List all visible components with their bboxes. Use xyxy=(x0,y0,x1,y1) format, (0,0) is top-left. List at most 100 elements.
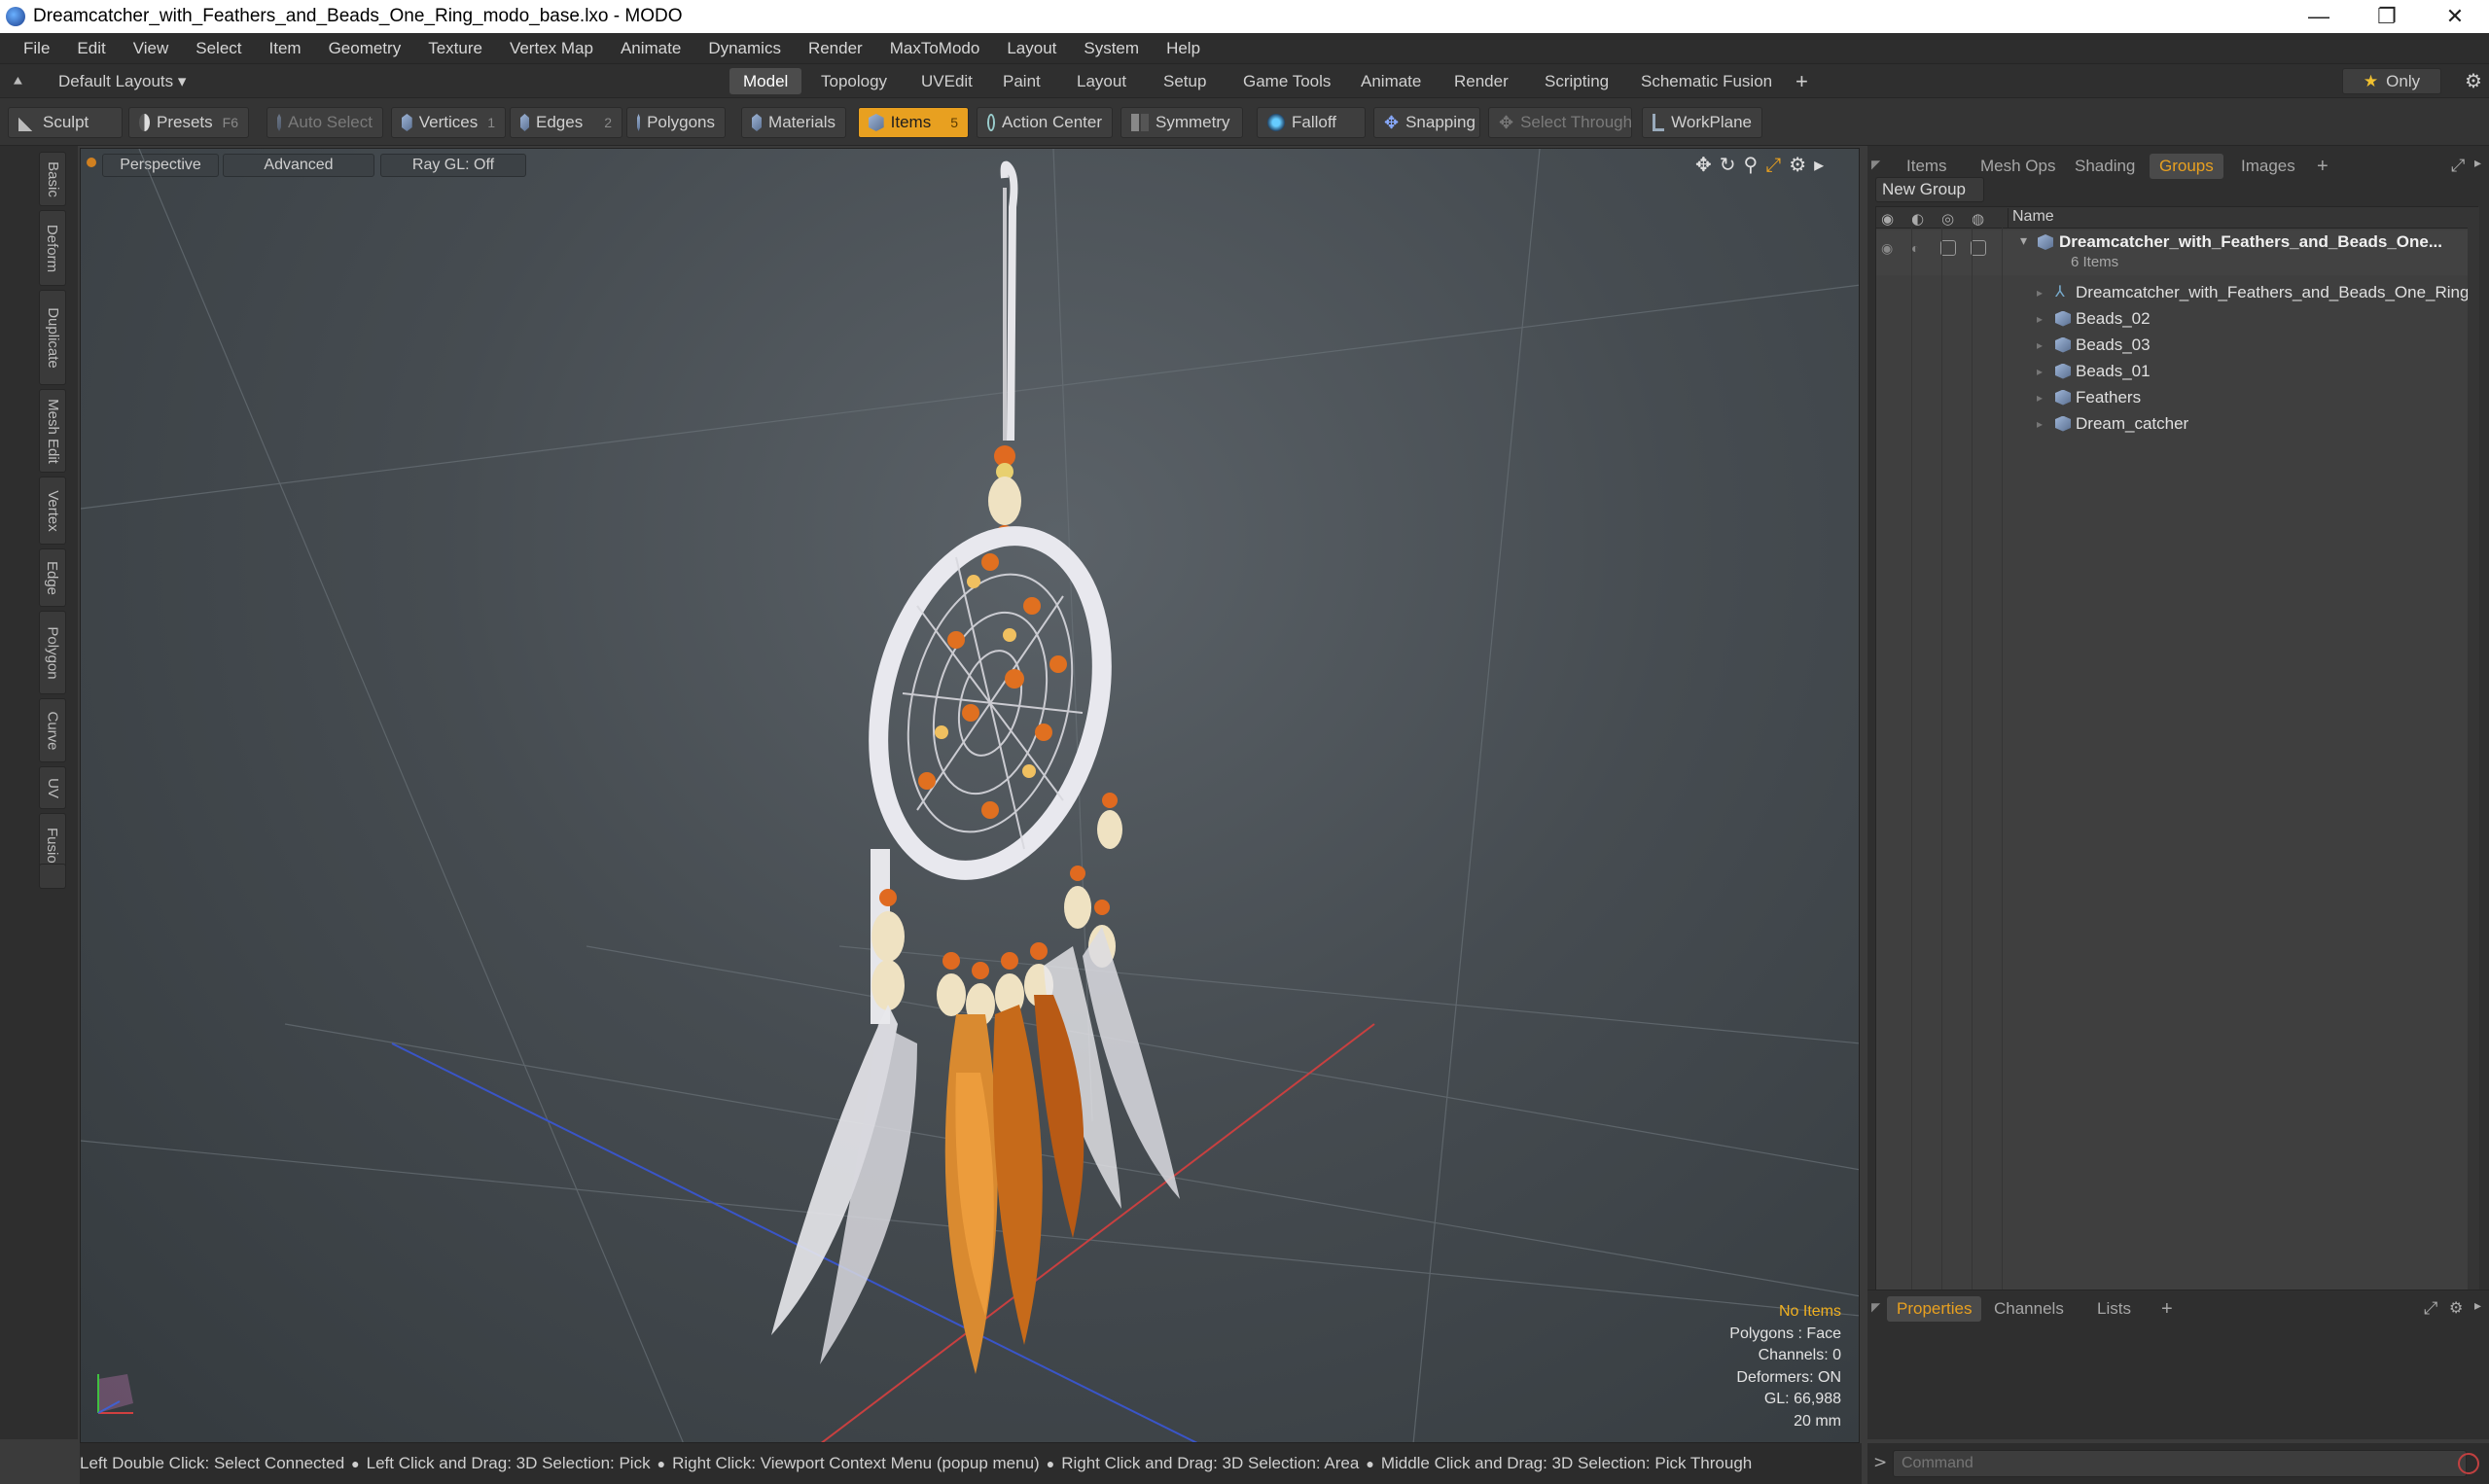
menu-system[interactable]: System xyxy=(1070,39,1153,58)
list-item[interactable]: ▸ Beads_01 xyxy=(1876,358,2479,384)
tab-channels[interactable]: Channels xyxy=(1984,1296,2074,1322)
tab-game-tools[interactable]: Game Tools xyxy=(1229,68,1344,94)
items-button[interactable]: Items 5 xyxy=(858,107,969,138)
minimize-button[interactable]: — xyxy=(2285,0,2353,33)
group-collapse-arrow-icon[interactable]: ▾ xyxy=(2020,232,2027,249)
default-layouts-dropdown[interactable]: Default Layouts ▾ xyxy=(45,68,199,94)
add-properties-tab-button[interactable]: + xyxy=(2151,1296,2183,1322)
list-item[interactable]: ▸ ⅄ Dreamcatcher_with_Feathers_and_Beads… xyxy=(1876,279,2479,305)
panel-menu-arrow-icon[interactable]: ◤ xyxy=(1871,158,1880,171)
list-item[interactable]: ▸ Beads_03 xyxy=(1876,332,2479,358)
tab-layout[interactable]: Layout xyxy=(1063,68,1140,94)
visibility-column-eye-icon[interactable]: ◉ xyxy=(1881,210,1894,228)
properties-gear-icon[interactable]: ⚙ xyxy=(2449,1298,2463,1317)
edges-button[interactable]: Edges 2 xyxy=(510,107,622,138)
tab-schematic-fusion[interactable]: Schematic Fusion xyxy=(1627,68,1786,94)
menu-vertex-map[interactable]: Vertex Map xyxy=(496,39,607,58)
group-render-icon[interactable]: ◐ xyxy=(1911,240,1919,256)
menu-edit[interactable]: Edit xyxy=(63,39,119,58)
tab-model[interactable]: Model xyxy=(729,68,802,94)
tab-animate[interactable]: Animate xyxy=(1347,68,1435,94)
list-item[interactable]: ▸ Beads_02 xyxy=(1876,305,2479,332)
name-column-header[interactable]: Name xyxy=(2012,208,2054,226)
add-layout-button[interactable]: + xyxy=(1782,68,1822,94)
select-through-button[interactable]: ✥ Select Through xyxy=(1488,107,1632,138)
tab-shading[interactable]: Shading xyxy=(2065,154,2145,179)
action-center-button[interactable]: Action Center xyxy=(977,107,1113,138)
item-beads-02: Beads_02 xyxy=(2076,308,2151,328)
menu-dynamics[interactable]: Dynamics xyxy=(694,39,795,58)
command-input[interactable] xyxy=(1893,1450,2467,1477)
panel-expand-icon[interactable]: ⤢ xyxy=(2451,156,2465,176)
menu-view[interactable]: View xyxy=(120,39,183,58)
symmetry-button[interactable]: Symmetry xyxy=(1120,107,1243,138)
list-item[interactable]: ▸ Dream_catcher xyxy=(1876,410,2479,437)
tab-extra[interactable] xyxy=(39,864,66,889)
tab-lists[interactable]: Lists xyxy=(2087,1296,2141,1322)
tab-paint[interactable]: Paint xyxy=(989,68,1054,94)
menu-item[interactable]: Item xyxy=(256,39,315,58)
polygons-button[interactable]: Polygons xyxy=(626,107,726,138)
tab-mesh-ops[interactable]: Mesh Ops xyxy=(1971,154,2065,179)
vertices-button[interactable]: Vertices 1 xyxy=(391,107,506,138)
tab-vertex[interactable]: Vertex xyxy=(39,477,66,545)
close-button[interactable]: ✕ xyxy=(2421,0,2489,33)
menu-help[interactable]: Help xyxy=(1153,39,1214,58)
tab-curve[interactable]: Curve xyxy=(39,698,66,762)
group-visibility-eye-icon[interactable]: ◉ xyxy=(1881,240,1893,257)
3d-viewport[interactable]: Perspective Advanced Ray GL: Off ✥ ↻ ⚲ ⤢… xyxy=(80,148,1860,1443)
menu-select[interactable]: Select xyxy=(182,39,255,58)
group-lock-checkbox[interactable] xyxy=(1940,240,1956,256)
add-tab-button[interactable]: + xyxy=(2307,154,2338,179)
dreamcatcher-model[interactable] xyxy=(771,160,1180,1374)
select-column-icon[interactable]: ◍ xyxy=(1972,210,1984,228)
menu-layout[interactable]: Layout xyxy=(993,39,1070,58)
tab-items[interactable]: Items xyxy=(1897,154,1957,179)
tab-polygon[interactable]: Polygon xyxy=(39,611,66,694)
tab-edge[interactable]: Edge xyxy=(39,548,66,607)
list-scrollbar[interactable] xyxy=(2468,207,2479,1429)
properties-menu-arrow-icon[interactable]: ◤ xyxy=(1871,1300,1880,1314)
tab-setup[interactable]: Setup xyxy=(1150,68,1220,94)
tab-uvedit[interactable]: UVEdit xyxy=(907,68,986,94)
menu-texture[interactable]: Texture xyxy=(414,39,496,58)
menu-geometry[interactable]: Geometry xyxy=(315,39,415,58)
tab-groups[interactable]: Groups xyxy=(2150,154,2223,179)
tab-render[interactable]: Render xyxy=(1440,68,1522,94)
tab-deform[interactable]: Deform xyxy=(39,210,66,286)
menu-render[interactable]: Render xyxy=(795,39,876,58)
tab-topology[interactable]: Topology xyxy=(807,68,901,94)
tab-uv[interactable]: UV xyxy=(39,766,66,809)
group-select-checkbox[interactable] xyxy=(1971,240,1986,256)
list-item[interactable]: ▸ Feathers xyxy=(1876,384,2479,410)
maximize-button[interactable]: ❐ xyxy=(2353,0,2421,33)
auto-select-button[interactable]: Auto Select xyxy=(267,107,383,138)
lock-column-icon[interactable]: ◎ xyxy=(1941,210,1954,228)
tab-properties[interactable]: Properties xyxy=(1887,1296,1982,1322)
falloff-button[interactable]: Falloff xyxy=(1257,107,1366,138)
menu-maxtomodo[interactable]: MaxToModo xyxy=(876,39,994,58)
panel-more-icon[interactable]: ▸ xyxy=(2474,156,2481,171)
properties-more-icon[interactable]: ▸ xyxy=(2474,1298,2481,1314)
only-toggle[interactable]: ★ Only xyxy=(2342,68,2441,94)
materials-button[interactable]: Materials xyxy=(741,107,846,138)
presets-button[interactable]: Presets F6 xyxy=(128,107,249,138)
settings-gear-icon[interactable]: ⚙ xyxy=(2451,68,2489,94)
menu-animate[interactable]: Animate xyxy=(607,39,694,58)
tab-images[interactable]: Images xyxy=(2231,154,2305,179)
workplane-button[interactable]: WorkPlane xyxy=(1642,107,1762,138)
menu-file[interactable]: File xyxy=(10,39,63,58)
render-column-icon[interactable]: ◐ xyxy=(1911,210,1924,228)
snapping-button[interactable]: ✥ Snapping xyxy=(1373,107,1480,138)
tab-scripting[interactable]: Scripting xyxy=(1531,68,1622,94)
tab-basic[interactable]: Basic xyxy=(39,152,66,206)
tab-duplicate[interactable]: Duplicate xyxy=(39,290,66,385)
sculpt-button[interactable]: Sculpt xyxy=(8,107,123,138)
sculpt-brush-icon xyxy=(18,114,36,131)
new-group-button[interactable]: New Group xyxy=(1875,177,1984,202)
properties-expand-icon[interactable]: ⤢ xyxy=(2424,1298,2437,1319)
tab-mesh-edit[interactable]: Mesh Edit xyxy=(39,389,66,473)
collapse-arrow-icon[interactable]: ⯅ xyxy=(12,72,24,91)
command-stop-icon[interactable] xyxy=(2458,1453,2479,1474)
group-row[interactable]: ◉ ◐ ▾ Dreamcatcher_with_Feathers_and_Bea… xyxy=(1876,230,2479,275)
